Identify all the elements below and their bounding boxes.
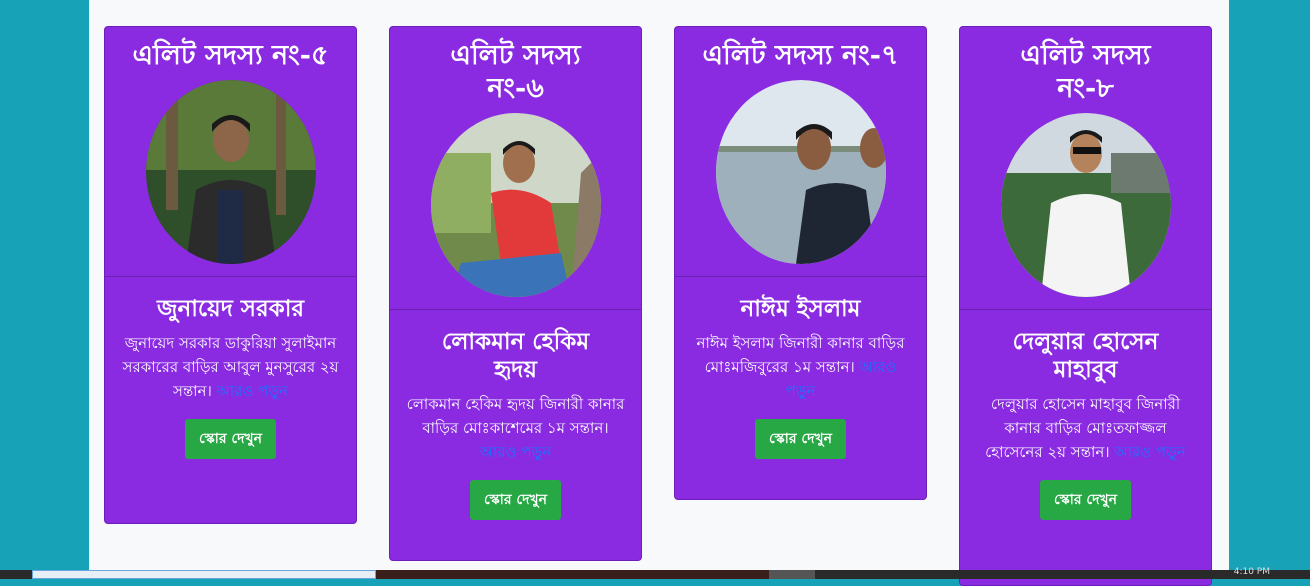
card-header: এলিট সদস্য নং-৫ <box>105 27 356 277</box>
member-name: জুনায়েদ সরকার <box>156 295 305 322</box>
card-title: এলিট সদস্য নং-৫ <box>132 40 329 71</box>
taskbar-search-box[interactable] <box>32 570 376 579</box>
read-more-link[interactable]: আরও পড়ুন <box>217 382 288 400</box>
member-description: লোকমান হেকিম হৃদয় জিনারী কানার বাড়ির ম… <box>404 392 627 464</box>
member-name: নাঈম ইসলাম <box>740 295 861 322</box>
member-photo <box>715 80 886 264</box>
view-score-button[interactable]: স্কোর দেখুন <box>185 419 276 459</box>
member-description: দেলুয়ার হোসেন মাহাবুব জিনারী কানার বাড়… <box>974 392 1197 464</box>
member-card-7: এলিট সদস্য নং-৭ নাঈম ইসলাম নাঈম ইসলাম জি… <box>674 26 927 500</box>
card-title: এলিট সদস্য নং-৭ <box>702 40 899 71</box>
view-score-button[interactable]: স্কোর দেখুন <box>470 480 561 520</box>
member-photo <box>145 80 316 264</box>
card-header: এলিট সদস্য নং-৭ <box>675 27 926 277</box>
member-card-6: এলিট সদস্য নং-৬ লোকমান হেকিম হৃদয় লোকমা… <box>389 26 642 561</box>
card-title: এলিট সদস্য নং-৬ <box>450 40 581 104</box>
taskbar-app-thumbnail[interactable] <box>769 570 815 579</box>
taskbar-app-thumbnail[interactable] <box>376 570 769 579</box>
card-body: লোকমান হেকিম হৃদয় লোকমান হেকিম হৃদয় জি… <box>390 310 641 538</box>
member-name: লোকমান হেকিম হৃদয় <box>441 328 590 383</box>
member-card-5: এলিট সদস্য নং-৫ জুনায়েদ সরকার জুনায়েদ … <box>104 26 357 524</box>
description-text: লোকমান হেকিম হৃদয় জিনারী কানার বাড়ির ম… <box>406 395 625 437</box>
card-title: এলিট সদস্য নং-৮ <box>1020 40 1151 104</box>
card-header: এলিট সদস্য নং-৮ <box>960 27 1211 310</box>
content-container: এলিট সদস্য নং-৫ জুনায়েদ সরকার জুনায়েদ … <box>89 0 1229 586</box>
member-photo <box>430 113 601 297</box>
card-body: নাঈম ইসলাম নাঈম ইসলাম জিনারী কানার বাড়ি… <box>675 277 926 477</box>
member-description: নাঈম ইসলাম জিনারী কানার বাড়ির মোঃমজিবুর… <box>689 331 912 403</box>
card-header: এলিট সদস্য নং-৬ <box>390 27 641 310</box>
card-body: দেলুয়ার হোসেন মাহাবুব দেলুয়ার হোসেন মা… <box>960 310 1211 538</box>
taskbar-clock[interactable]: 4:10 PM <box>1234 567 1270 577</box>
member-description: জুনায়েদ সরকার ডাকুরিয়া সুলাইমান সরকারে… <box>119 331 342 403</box>
member-name: দেলুয়ার হোসেন মাহাবুব <box>1012 328 1159 383</box>
taskbar: 4:10 PM <box>0 567 1310 579</box>
read-more-link[interactable]: আরও পড়ুন <box>1114 443 1185 461</box>
read-more-link[interactable]: আরও পড়ুন <box>480 443 551 461</box>
view-score-button[interactable]: স্কোর দেখুন <box>755 419 846 459</box>
card-body: জুনায়েদ সরকার জুনায়েদ সরকার ডাকুরিয়া … <box>105 277 356 477</box>
member-photo <box>1000 113 1171 297</box>
view-score-button[interactable]: স্কোর দেখুন <box>1040 480 1131 520</box>
member-card-8: এলিট সদস্য নং-৮ দেলুয়ার হোসেন মাহাবুব দ… <box>959 26 1212 586</box>
